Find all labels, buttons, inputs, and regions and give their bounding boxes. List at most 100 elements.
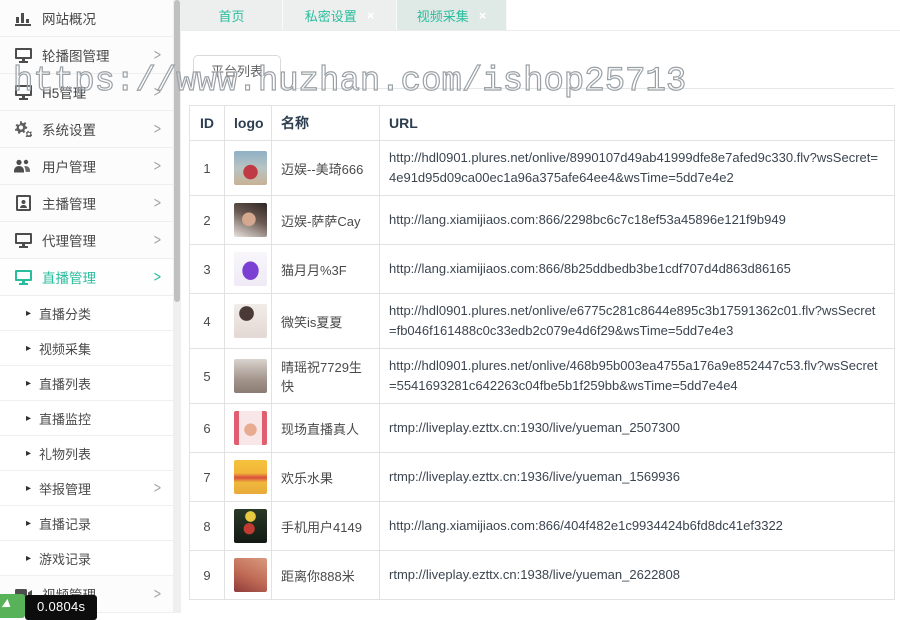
cell-url: http://lang.xiamijiaos.com:866/404f482e1…: [380, 502, 895, 551]
sidebar-item-h5[interactable]: H5管理 >: [0, 74, 173, 111]
tab-platform-list[interactable]: 平台列表: [193, 55, 281, 89]
sidebar-scrollbar[interactable]: [173, 0, 181, 613]
caret-right-icon: ▸: [26, 483, 31, 494]
table-row: 4 微笑is夏夏 http://hdl0901.plures.net/onliv…: [190, 294, 895, 349]
table-row: 9 距离你888米 rtmp://liveplay.ezttx.cn:1938/…: [190, 551, 895, 600]
cell-url: http://hdl0901.plures.net/onlive/8990107…: [380, 141, 895, 196]
sidebar-subitem-label: 直播列表: [39, 374, 91, 393]
caret-right-icon: ▸: [26, 343, 31, 354]
tab-private-settings[interactable]: 私密设置 ×: [283, 0, 397, 30]
cell-id: 3: [190, 245, 225, 294]
cell-url: rtmp://liveplay.ezttx.cn:1930/live/yuema…: [380, 404, 895, 453]
cell-logo: [225, 404, 272, 453]
cell-url: http://lang.xiamijiaos.com:866/8b25ddbed…: [380, 245, 895, 294]
cell-logo: [225, 141, 272, 196]
sidebar-scrollbar-thumb[interactable]: [174, 0, 180, 302]
chevron-right-icon: >: [153, 479, 161, 496]
platform-logo-image: [234, 411, 267, 445]
platform-logo-image: [234, 558, 267, 592]
close-icon[interactable]: ×: [367, 9, 375, 22]
table-row: 1 迈娱--美琦666 http://hdl0901.plures.net/on…: [190, 141, 895, 196]
cell-name: 微笑is夏夏: [272, 294, 380, 349]
table-row: 5 晴瑶祝7729生快 http://hdl0901.plures.net/on…: [190, 349, 895, 404]
column-header-url: URL: [380, 106, 895, 141]
tab-video-capture[interactable]: 视频采集 ×: [397, 0, 507, 30]
cell-name: 现场直播真人: [272, 404, 380, 453]
sidebar-subitem-game-records[interactable]: ▸ 游戏记录: [0, 541, 173, 576]
monitor-icon: [13, 268, 33, 286]
caret-right-icon: ▸: [26, 553, 31, 564]
column-header-logo: logo: [225, 106, 272, 141]
cell-url: rtmp://liveplay.ezttx.cn:1938/live/yuema…: [380, 551, 895, 600]
sidebar-subitem-label: 直播监控: [39, 409, 91, 428]
sidebar-subitem-live-list[interactable]: ▸ 直播列表: [0, 366, 173, 401]
sidebar-item-system-settings[interactable]: 系统设置 >: [0, 111, 173, 148]
bar-chart-icon: [13, 9, 33, 27]
content-panel: 平台列表 ID logo 名称 URL 1 迈娱--美琦666 http://h…: [181, 31, 900, 600]
sidebar-item-agent-management[interactable]: 代理管理 >: [0, 222, 173, 259]
tab-bar: 首页 私密设置 × 视频采集 ×: [181, 0, 900, 31]
cell-url: http://lang.xiamijiaos.com:866/2298bc6c7…: [380, 196, 895, 245]
close-icon[interactable]: ×: [479, 9, 487, 22]
sidebar-subitem-report-management[interactable]: ▸ 举报管理 >: [0, 471, 173, 506]
cell-logo: [225, 196, 272, 245]
chevron-right-icon: >: [153, 46, 161, 63]
cell-name: 迈娱-萨萨Cay: [272, 196, 380, 245]
sidebar-subitem-label: 礼物列表: [39, 444, 91, 463]
sidebar-subitem-live-monitor[interactable]: ▸ 直播监控: [0, 401, 173, 436]
id-card-icon: [13, 194, 33, 212]
sidebar-subitem-label: 直播记录: [39, 514, 91, 533]
gear-icon: [13, 120, 33, 138]
cell-id: 7: [190, 453, 225, 502]
platform-logo-image: [234, 509, 267, 543]
trace-toggle-icon[interactable]: [0, 594, 25, 618]
cell-name: 猫月月%3F: [272, 245, 380, 294]
sidebar-item-label: 用户管理: [42, 156, 152, 176]
cell-name: 迈娱--美琦666: [272, 141, 380, 196]
cell-logo: [225, 502, 272, 551]
caret-right-icon: ▸: [26, 378, 31, 389]
chevron-right-icon: >: [153, 268, 161, 285]
sidebar-item-label: 主播管理: [42, 193, 152, 213]
platform-logo-image: [234, 460, 267, 494]
users-icon: [13, 157, 33, 175]
sidebar-subitem-live-category[interactable]: ▸ 直播分类: [0, 296, 173, 331]
cell-id: 6: [190, 404, 225, 453]
sidebar-subitem-video-capture[interactable]: ▸ 视频采集: [0, 331, 173, 366]
sidebar-item-site-overview[interactable]: 网站概况: [0, 0, 173, 37]
tab-label: 首页: [218, 6, 244, 25]
tab-home[interactable]: 首页: [181, 0, 283, 30]
tab-label: 私密设置: [305, 6, 357, 25]
sidebar-subitem-label: 直播分类: [39, 304, 91, 323]
cell-name: 手机用户4149: [272, 502, 380, 551]
sidebar-item-label: 代理管理: [42, 230, 152, 250]
monitor-icon: [13, 46, 33, 64]
chevron-right-icon: >: [153, 120, 161, 137]
chevron-right-icon: >: [153, 231, 161, 248]
table-row: 6 现场直播真人 rtmp://liveplay.ezttx.cn:1930/l…: [190, 404, 895, 453]
sidebar-item-carousel[interactable]: 轮播图管理 >: [0, 37, 173, 74]
caret-right-icon: ▸: [26, 518, 31, 529]
sidebar-item-label: 直播管理: [42, 267, 152, 287]
sidebar-item-label: 网站概况: [42, 8, 163, 28]
platform-logo-image: [234, 304, 267, 338]
sidebar-item-label: H5管理: [42, 82, 152, 102]
chevron-right-icon: >: [153, 157, 161, 174]
sidebar-subitem-live-records[interactable]: ▸ 直播记录: [0, 506, 173, 541]
caret-right-icon: ▸: [26, 448, 31, 459]
sidebar-subitem-gift-list[interactable]: ▸ 礼物列表: [0, 436, 173, 471]
sidebar-item-user-management[interactable]: 用户管理 >: [0, 148, 173, 185]
table-row: 8 手机用户4149 http://lang.xiamijiaos.com:86…: [190, 502, 895, 551]
caret-right-icon: ▸: [26, 308, 31, 319]
monitor-icon: [13, 231, 33, 249]
sidebar-item-anchor-management[interactable]: 主播管理 >: [0, 185, 173, 222]
cell-logo: [225, 294, 272, 349]
cell-id: 1: [190, 141, 225, 196]
sidebar-item-live-management[interactable]: 直播管理 >: [0, 259, 173, 296]
platform-logo-image: [234, 252, 267, 286]
table-row: 7 欢乐水果 rtmp://liveplay.ezttx.cn:1936/liv…: [190, 453, 895, 502]
cell-id: 2: [190, 196, 225, 245]
column-header-name: 名称: [272, 106, 380, 141]
trace-time-badge: 0.0804s: [25, 595, 97, 620]
platform-logo-image: [234, 359, 267, 393]
